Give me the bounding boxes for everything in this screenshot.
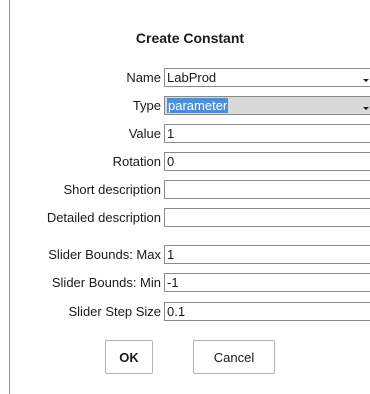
slider-step-row: Slider Step Size 0.1 [0, 302, 370, 321]
ok-button[interactable]: OK [105, 340, 153, 374]
chevron-down-icon[interactable] [363, 79, 369, 82]
value-field[interactable]: 1 [164, 124, 370, 143]
slider-step-label: Slider Step Size [68, 304, 162, 319]
slider-min-label: Slider Bounds: Min [51, 275, 161, 290]
value-row: Value 1 [0, 124, 370, 143]
name-combobox-value: LabProd [167, 70, 217, 85]
slider-max-label: Slider Bounds: Max [48, 247, 161, 262]
name-combobox[interactable]: LabProd [164, 68, 370, 87]
rotation-label: Rotation [112, 154, 161, 169]
name-label: Name [126, 70, 161, 85]
dialog-title: Create Constant [135, 30, 245, 46]
type-combobox[interactable]: parameter [164, 96, 370, 115]
type-label: Type [132, 98, 161, 113]
type-combobox-value: parameter [167, 98, 229, 113]
short-description-field[interactable] [164, 180, 370, 199]
slider-max-row: Slider Bounds: Max 1 [0, 245, 370, 264]
cancel-button[interactable]: Cancel [193, 340, 275, 374]
rotation-row: Rotation 0 [0, 152, 370, 171]
short-description-row: Short description [0, 180, 370, 199]
short-description-label: Short description [63, 182, 161, 197]
slider-max-field[interactable]: 1 [164, 245, 370, 264]
detailed-description-label: Detailed description [46, 210, 161, 225]
slider-step-field[interactable]: 0.1 [164, 302, 370, 321]
value-label: Value [128, 126, 161, 141]
name-row: Name LabProd [0, 68, 370, 87]
type-row: Type parameter [0, 96, 370, 115]
create-constant-dialog: Create Constant Name LabProd Type parame… [0, 0, 370, 394]
rotation-field[interactable]: 0 [164, 152, 370, 171]
detailed-description-field[interactable] [164, 208, 370, 227]
detailed-description-row: Detailed description [0, 208, 370, 227]
slider-min-field[interactable]: -1 [164, 273, 370, 292]
chevron-down-icon[interactable] [363, 107, 369, 110]
slider-min-row: Slider Bounds: Min -1 [0, 273, 370, 292]
